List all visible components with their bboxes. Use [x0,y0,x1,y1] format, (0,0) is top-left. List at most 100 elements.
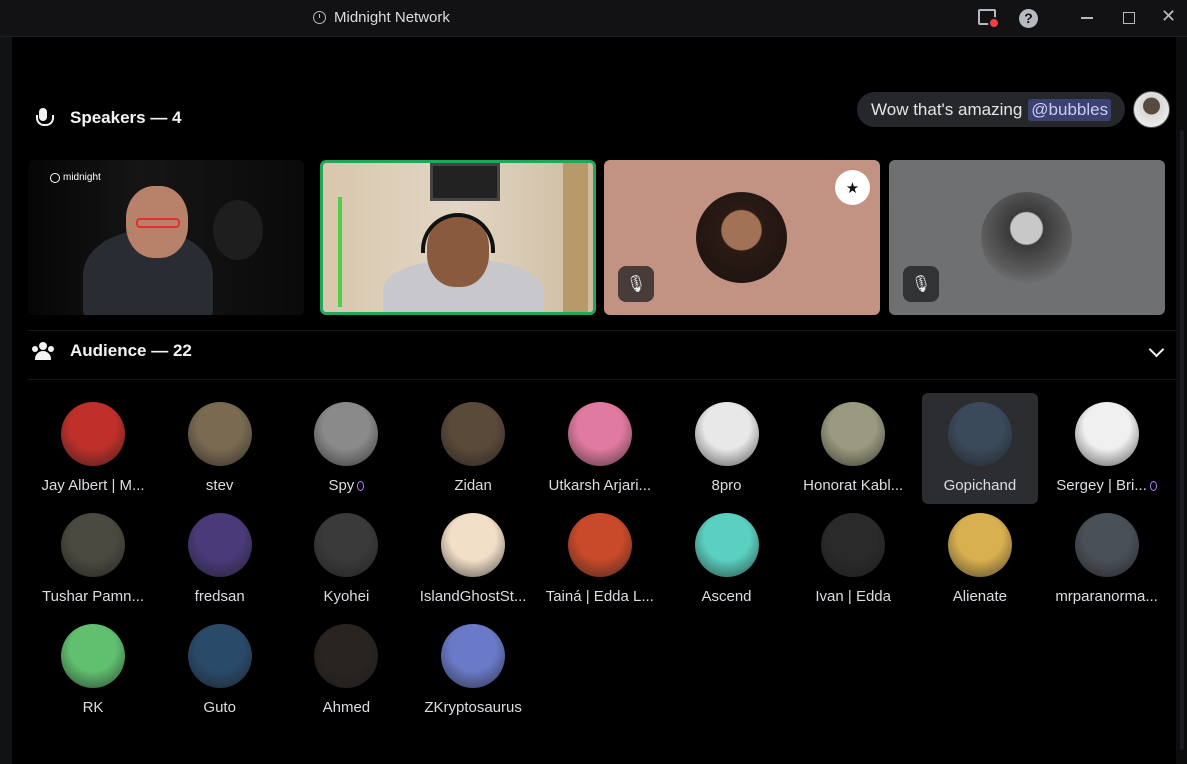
sidebar-edge [0,37,12,764]
audience-member-name: Guto [154,699,286,716]
avatar [947,402,1012,466]
audience-member[interactable]: Ahmed [288,615,404,726]
inbox-icon[interactable] [978,9,1000,29]
avatar [61,402,125,466]
audience-member[interactable]: Utkarsh Arjari... [542,393,658,504]
minimize-icon[interactable] [1081,17,1093,19]
event-clock-icon [313,11,326,24]
user-mention[interactable]: @bubbles [1028,98,1112,121]
scrollbar[interactable] [1180,130,1184,750]
help-icon[interactable]: ? [1019,9,1038,28]
member-name-text: Sergey | Bri... [1056,477,1147,494]
muted-mic-icon: 🎙︎ [618,266,654,302]
avatar [61,624,125,688]
avatar [314,402,379,466]
audience-member[interactable]: Spy [288,393,404,504]
member-name-text: Jay Albert | M... [41,477,145,494]
chat-message-bubble: Wow that's amazing @bubbles [857,92,1126,127]
moderator-badge-icon: ★ [835,170,870,205]
audience-member[interactable]: stev [162,393,278,504]
avatar [187,402,252,466]
avatar [441,513,506,577]
midnight-logo: midnight [50,172,101,183]
avatar [1074,402,1139,466]
avatar [696,192,787,283]
avatar [567,402,632,466]
audience-member[interactable]: Tainá | Edda L... [542,504,658,615]
audience-member[interactable]: Zidan [415,393,531,504]
audience-member[interactable]: Gopichand [921,393,1038,504]
audience-member-name: Tainá | Edda L... [534,588,666,605]
avatar [441,624,506,688]
audience-icon [32,342,54,360]
audience-member[interactable]: Guto [162,615,278,726]
speaker-tile-avatar[interactable]: ★ 🎙︎ [604,160,880,315]
avatar [981,192,1072,283]
member-name-text: Tushar Pamn... [42,588,144,605]
audience-member-name: Alienate [914,588,1046,605]
avatar [821,402,886,466]
speakers-header-label: Speakers — 4 [70,108,182,127]
microphone-stand [213,200,263,260]
audience-member[interactable]: fredsan [162,504,278,615]
audience-header-label: Audience — 22 [70,341,192,360]
divider [28,379,1176,380]
window-title-text: Midnight Network [334,9,450,26]
member-name-text: Utkarsh Arjari... [548,477,652,494]
avatar [947,513,1012,577]
audience-member-name: Ahmed [280,699,412,716]
glasses-icon [136,218,180,228]
audience-member-name: IslandGhostSt... [407,588,539,605]
nitro-badge-icon [1149,480,1157,491]
avatar [441,402,506,466]
member-name-text: ZKryptosaurus [424,699,522,716]
audience-member[interactable]: Ascend [669,504,785,615]
avatar [567,513,632,577]
green-light [338,197,342,307]
speaker-tile-avatar[interactable]: 🎙︎ [889,160,1165,315]
audience-member-name: Kyohei [280,588,412,605]
audience-member-name: Tushar Pamn... [27,588,159,605]
member-name-text: Tainá | Edda L... [545,588,654,605]
avatar [694,402,759,466]
audience-member[interactable]: mrparanorma... [1049,504,1165,615]
audience-member-name: 8pro [661,477,793,494]
member-name-text: Gopichand [943,477,1017,494]
avatar [187,624,252,688]
audience-member[interactable]: Sergey | Bri... [1049,393,1165,504]
avatar [314,513,379,577]
audience-member[interactable]: 8pro [669,393,785,504]
speaker-tile-video[interactable]: midnight [28,160,304,315]
divider [28,330,1176,331]
audience-member[interactable]: Kyohei [288,504,404,615]
close-icon[interactable]: ✕ [1161,6,1176,27]
avatar [694,513,759,577]
chevron-down-icon[interactable] [1148,341,1165,358]
door-frame [563,163,588,312]
audience-header[interactable]: Audience — 22 [32,341,192,361]
microphone-icon [36,108,54,128]
member-name-text: RK [82,699,104,716]
audience-member-name: mrparanorma... [1041,588,1173,605]
member-name-text: Ahmed [322,699,371,716]
audience-member[interactable]: Tushar Pamn... [35,504,151,615]
speakers-header: Speakers — 4 [36,108,182,128]
audience-member-name: Sergey | Bri... [1041,477,1173,494]
audience-member-name: Ascend [661,588,793,605]
audience-member[interactable]: IslandGhostSt... [415,504,531,615]
audience-member[interactable]: Ivan | Edda [795,504,911,615]
speaker-tile-video-active[interactable] [320,160,596,315]
maximize-icon[interactable] [1123,12,1135,24]
avatar [1074,513,1139,577]
member-name-text: Ascend [701,588,752,605]
headphones-icon [421,213,495,253]
audience-member[interactable]: ZKryptosaurus [415,615,531,726]
audience-member-name: fredsan [154,588,286,605]
avatar[interactable] [1133,91,1170,128]
audience-member[interactable]: RK [35,615,151,726]
audience-member[interactable]: Alienate [922,504,1038,615]
audience-member[interactable]: Jay Albert | M... [35,393,151,504]
avatar [61,513,125,577]
member-name-text: mrparanorma... [1055,588,1158,605]
audience-member[interactable]: Honorat Kabl... [795,393,911,504]
